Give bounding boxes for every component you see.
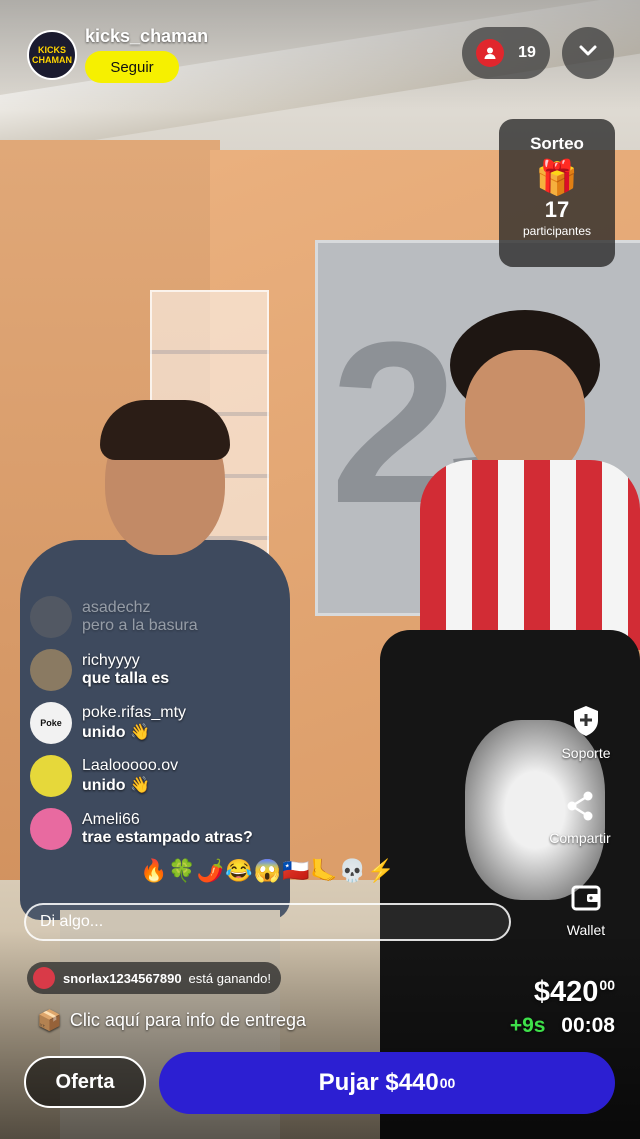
viewer-count-pill[interactable]: 19 <box>462 27 550 79</box>
wallet-label: Wallet <box>566 922 606 938</box>
current-price: $42000 <box>534 976 615 1009</box>
price-cents: 00 <box>599 977 615 994</box>
chevron-down-icon <box>578 44 598 63</box>
bid-cents: 00 <box>439 1075 456 1091</box>
chat-avatar <box>30 648 72 691</box>
delivery-info-link[interactable]: 📦 Clic aquí para info de entrega <box>37 1008 306 1033</box>
chat-avatar <box>30 807 72 850</box>
offer-button[interactable]: Oferta <box>24 1056 146 1108</box>
chat-text: que talla es <box>82 669 170 687</box>
chat-username: poke.rifas_mty <box>82 703 187 721</box>
share-icon <box>530 788 630 824</box>
delivery-info-text: Clic aquí para info de entrega <box>69 1010 307 1030</box>
chat-message: Poke poke.rifas_mty unido 👋 <box>30 696 360 749</box>
bid-button[interactable]: Pujar $440 00 <box>159 1052 615 1114</box>
chat-avatar-logo-text: Poke <box>40 717 62 728</box>
wallet-icon <box>536 880 636 916</box>
support-button[interactable]: Soporte <box>536 703 636 761</box>
chat-username: Ameli66 <box>82 810 140 828</box>
auction-timer: +9s 00:08 <box>510 1014 615 1038</box>
giveaway-participant-count: 17 <box>544 197 570 222</box>
user-icon <box>476 39 505 67</box>
countdown: 00:08 <box>561 1014 615 1037</box>
giveaway-title: Sorteo <box>530 134 584 153</box>
chat-username: Laalooooo.ov <box>82 756 179 774</box>
chat-message: Laalooooo.ov unido 👋 <box>30 749 360 802</box>
chat-message: Ameli66 trae estampado atras? <box>30 802 360 855</box>
wallet-button[interactable]: Wallet <box>536 880 636 938</box>
winner-username: snorlax1234567890 <box>63 970 182 986</box>
chat-message: asadechz pero a la basura <box>30 590 360 643</box>
chat-username: asadechz <box>82 598 151 616</box>
winner-avatar <box>33 967 55 989</box>
winning-bidder-badge: snorlax1234567890 está ganando! <box>27 962 281 994</box>
collapse-button[interactable] <box>562 27 614 79</box>
giveaway-card[interactable]: Sorteo 🎁 17 participantes <box>499 119 615 267</box>
chat-text: unido 👋 <box>82 723 150 741</box>
share-label: Compartir <box>549 830 611 846</box>
chat-message: richyyyy que talla es <box>30 643 360 696</box>
winner-status: está ganando! <box>188 970 271 986</box>
gift-icon: 🎁 <box>535 159 579 197</box>
comment-input[interactable] <box>24 903 511 941</box>
viewer-count: 19 <box>518 44 536 61</box>
support-label: Soporte <box>561 745 611 761</box>
price-main: $420 <box>533 976 599 1008</box>
package-icon: 📦 <box>37 1010 62 1032</box>
chat-avatar <box>30 754 72 797</box>
chat-avatar: Poke <box>30 701 72 744</box>
avatar-logo-text: KICKS CHAMAN <box>32 45 72 65</box>
chat-text: trae estampado atras? <box>82 828 253 846</box>
follow-button[interactable]: Seguir <box>85 51 179 83</box>
chat-text: unido 👋 <box>82 776 150 794</box>
chat-avatar <box>30 595 72 638</box>
chat-username: richyyyy <box>82 651 140 669</box>
shield-plus-icon <box>536 703 636 739</box>
chivas-jersey <box>420 460 640 650</box>
chat-feed: asadechz pero a la basura richyyyy que t… <box>30 590 360 855</box>
streamer-avatar[interactable]: KICKS CHAMAN <box>27 30 77 80</box>
time-extension: +9s <box>509 1014 546 1037</box>
chat-text: pero a la basura <box>82 616 198 634</box>
streamer-username[interactable]: kicks_chaman <box>85 26 208 47</box>
giveaway-participant-label: participantes <box>522 224 592 238</box>
reaction-bar[interactable]: 🔥🍀🌶️😂😱🇨🇱🦶💀⚡ <box>140 858 396 884</box>
bid-label: Pujar $440 <box>318 1069 439 1096</box>
share-button[interactable]: Compartir <box>530 788 630 846</box>
